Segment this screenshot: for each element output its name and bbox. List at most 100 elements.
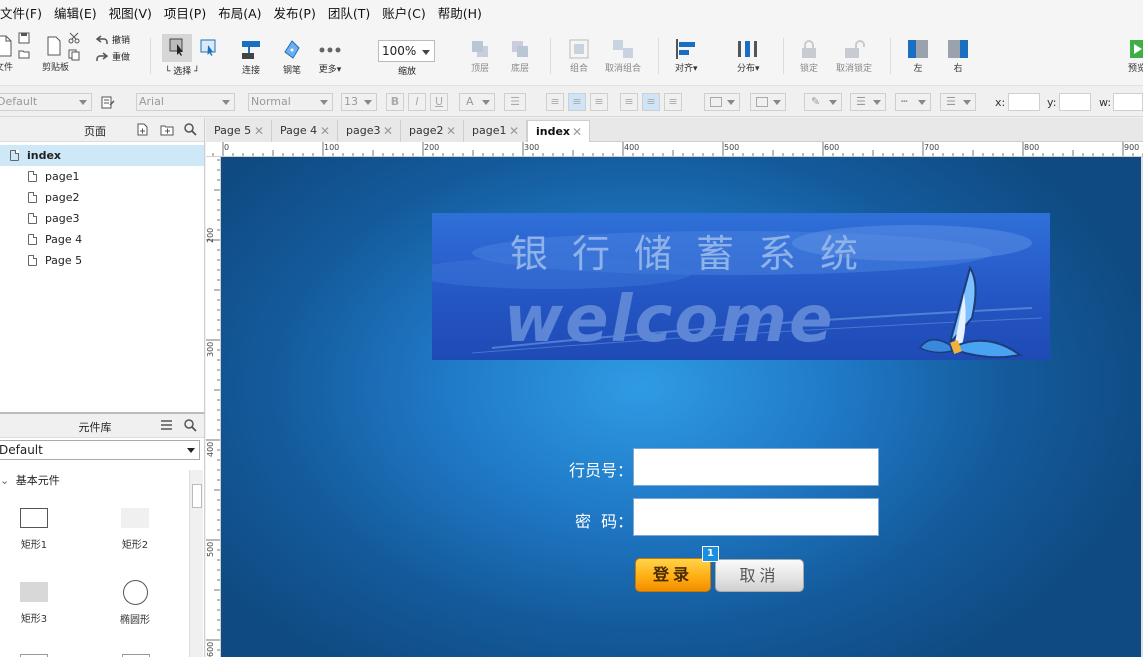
send-back-icon [512,41,528,57]
font-weight-select[interactable]: Normal [248,93,333,111]
menu-view[interactable]: 视图(V) [99,3,158,22]
library-select[interactable]: Default [0,440,200,460]
line-width-select[interactable]: ☰ [850,93,886,111]
right-panel-button[interactable]: 右 [947,39,969,74]
page-item-page2[interactable]: page2 [0,187,204,208]
tab-page2[interactable]: page2 ✕ [401,120,464,142]
font-size-select[interactable]: 13 [341,93,377,111]
menu-account[interactable]: 账户(C) [372,3,431,22]
cancel-button[interactable]: 取消 [715,559,804,592]
tab-page4[interactable]: Page 4 ✕ [272,120,338,142]
redo-icon [96,51,108,61]
page-item-page4[interactable]: Page 4 [0,229,204,250]
bring-to-front-button[interactable]: 顶层 [470,39,490,74]
bullet-list-button[interactable]: ☰ [504,93,526,111]
line-color-select[interactable]: ✎ [804,93,842,111]
page-item-page5[interactable]: Page 5 [0,250,204,271]
menu-edit[interactable]: 编辑(E) [44,3,103,22]
section-basic-widgets[interactable]: ⌄ 基本元件 [0,472,60,488]
widget-rect3[interactable]: 矩形3 [14,582,54,625]
lock-button[interactable]: 锁定 [800,39,818,74]
password-input[interactable] [633,498,879,536]
page-item-index[interactable]: index [0,145,204,166]
teller-id-input[interactable] [633,448,879,486]
align-text-right-button[interactable]: ≡ [590,93,608,111]
menu-team[interactable]: 团队(T) [318,3,376,22]
menu-publish[interactable]: 发布(P) [264,3,322,22]
menu-layout[interactable]: 布局(A) [208,3,267,22]
group-button[interactable]: 组合 [569,39,589,74]
search-icon[interactable] [184,123,197,136]
align-text-left-button[interactable]: ≡ [546,93,564,111]
more-button[interactable]: 更多▾ [318,40,342,75]
fill-color-select[interactable] [704,93,740,111]
copy-icon[interactable] [68,49,80,61]
select-mode-button[interactable] [162,34,192,62]
valign-top-button[interactable]: ≡ [620,93,638,111]
w-input[interactable] [1113,93,1143,111]
undo-button[interactable]: 撤销 [96,33,130,46]
menu-file[interactable]: 文件(F) [0,3,48,22]
distribute-button[interactable]: 分布▾ [737,39,760,74]
add-folder-icon[interactable] [160,123,174,136]
close-icon[interactable]: ✕ [320,120,330,142]
italic-button[interactable]: I [408,93,426,111]
redo-button[interactable]: 重做 [96,50,130,63]
scrollbar-thumb[interactable] [192,484,202,508]
style-select[interactable]: Default [0,93,92,111]
cut-icon[interactable] [68,32,80,44]
add-page-icon[interactable] [136,123,149,136]
send-to-back-button[interactable]: 底层 [510,39,530,74]
library-panel-header: 元件库 [0,414,204,438]
pen-button[interactable]: 钢笔 [282,39,302,76]
tab-page5[interactable]: Page 5 ✕ [206,120,272,142]
valign-bottom-button[interactable]: ≡ [664,93,682,111]
library-scrollbar[interactable] [189,470,203,657]
font-color-select[interactable]: A [459,93,495,111]
toolbar-separator [550,38,551,74]
underline-button[interactable]: U [430,93,448,111]
welcome-banner-image[interactable]: 银行储蓄系统 welcome [432,213,1050,360]
menu-icon[interactable] [160,419,173,431]
page-item-page3[interactable]: page3 [0,208,204,229]
design-canvas[interactable]: 银行储蓄系统 welcome 行员号： 密 码： 登录 取消 1 [221,157,1143,657]
ungroup-button[interactable]: 取消组合 [605,39,641,74]
line-style-select[interactable]: ┅ [895,93,931,111]
menu-help[interactable]: 帮助(H) [428,3,488,22]
arrow-style-select[interactable]: ☰ [940,93,976,111]
y-input[interactable] [1059,93,1091,111]
align-text-center-button[interactable]: ≡ [568,93,586,111]
align-button[interactable]: 对齐▾ [675,39,698,74]
select-contain-button[interactable] [200,39,218,60]
preview-button[interactable]: 预览 [1128,39,1143,74]
file-button[interactable]: 文件 [0,34,14,73]
login-button[interactable]: 登录 [635,558,711,592]
tab-page1[interactable]: page1 ✕ [464,120,527,142]
unlock-button[interactable]: 取消锁定 [836,39,872,74]
widget-rect2[interactable]: 矩形2 [115,508,155,551]
connect-button[interactable]: 连接 [240,39,262,76]
x-input[interactable] [1008,93,1040,111]
valign-middle-button[interactable]: ≡ [642,93,660,111]
tab-page3[interactable]: page3 ✕ [338,120,401,142]
widget-ellipse[interactable]: 椭圆形 [115,580,155,626]
format-painter-icon[interactable] [101,96,115,109]
bold-button[interactable]: B [386,93,404,111]
close-icon[interactable]: ✕ [509,120,519,142]
close-icon[interactable]: ✕ [572,121,582,143]
menu-project[interactable]: 项目(P) [154,3,212,22]
shadow-select[interactable] [750,93,786,111]
widget-rect1[interactable]: 矩形1 [14,508,54,551]
tab-index[interactable]: index ✕ [527,120,590,142]
open-folder-icon[interactable] [18,48,30,60]
save-icon[interactable] [18,32,30,44]
close-icon[interactable]: ✕ [383,120,393,142]
clipboard-button[interactable]: 剪贴板 [42,34,69,73]
font-family-select[interactable]: Arial [136,93,235,111]
close-icon[interactable]: ✕ [446,120,456,142]
close-icon[interactable]: ✕ [254,120,264,142]
page-item-page1[interactable]: page1 [0,166,204,187]
zoom-select[interactable]: 100% [378,40,435,62]
left-panel-button[interactable]: 左 [907,39,929,74]
search-icon[interactable] [184,419,197,432]
